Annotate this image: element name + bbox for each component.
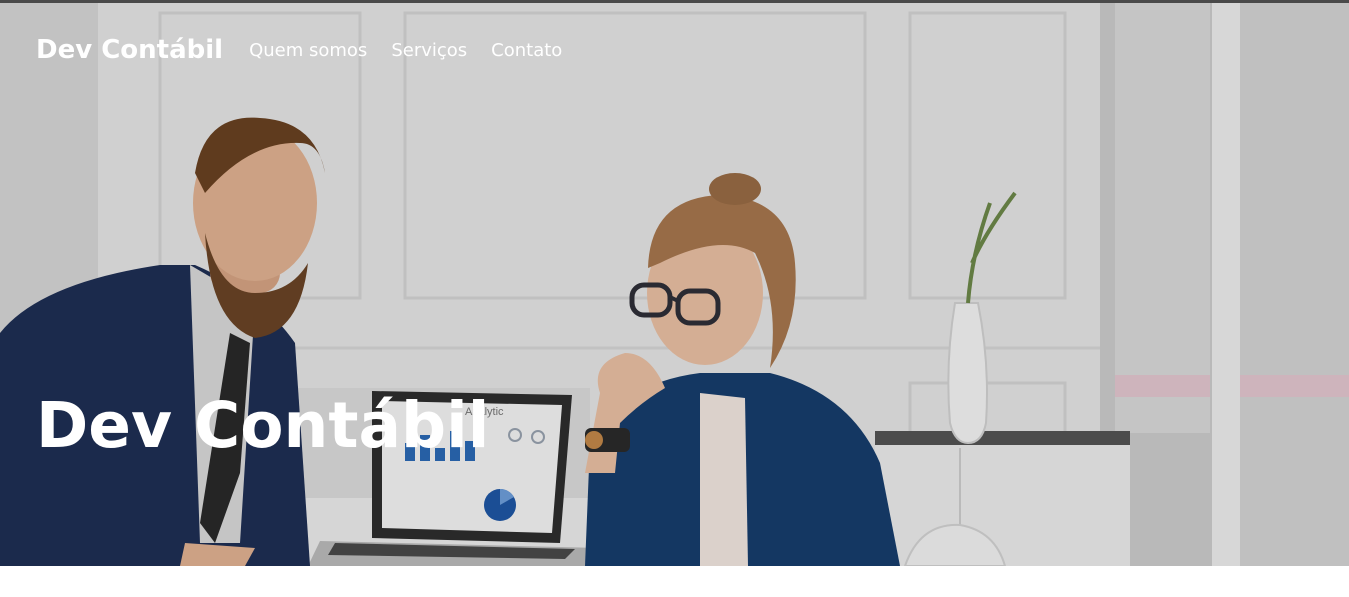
brand-logo-link[interactable]: Dev Contábil bbox=[36, 35, 223, 65]
nav-link-contato[interactable]: Contato bbox=[491, 40, 562, 61]
navbar: Dev Contábil Quem somos Serviços Contato bbox=[36, 27, 562, 73]
hero-section: Analytic Dev Contábil Quem somos Serviço… bbox=[0, 3, 1349, 566]
hero-overlay bbox=[0, 3, 1349, 566]
hero-title: Dev Contábil bbox=[36, 389, 490, 462]
nav-link-quem-somos[interactable]: Quem somos bbox=[249, 40, 367, 61]
nav-link-servicos[interactable]: Serviços bbox=[391, 40, 467, 61]
page-content-below-hero bbox=[0, 566, 1349, 597]
